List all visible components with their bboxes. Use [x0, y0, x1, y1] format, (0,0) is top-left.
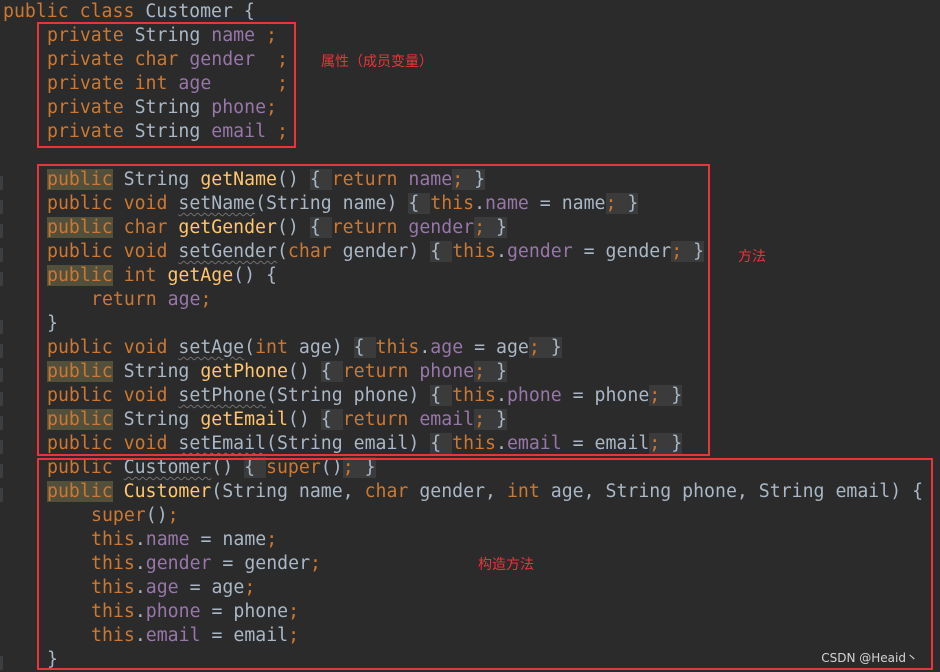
code-token: public class: [3, 1, 146, 22]
methods-highlight-box: [37, 164, 710, 456]
gutter-fold-marker[interactable]: [0, 320, 3, 334]
gutter-fold-marker[interactable]: [0, 416, 3, 430]
gutter-fold-marker[interactable]: [0, 200, 3, 214]
code-token: Customer {: [145, 1, 255, 22]
watermark: CSDN @Heaid丶: [821, 651, 918, 665]
gutter-fold-marker[interactable]: [0, 464, 3, 478]
methods-annotation: 方法: [738, 249, 766, 265]
gutter-fold-marker[interactable]: [0, 440, 3, 454]
code-editor[interactable]: public class Customer { private String n…: [0, 0, 940, 672]
gutter-fold-marker[interactable]: [0, 176, 3, 190]
fields-highlight-box: [37, 22, 296, 148]
code-line[interactable]: public class Customer {: [3, 0, 255, 24]
gutter-fold-marker[interactable]: [0, 656, 3, 670]
constructors-annotation: 构造方法: [478, 557, 534, 573]
gutter-fold-marker[interactable]: [0, 488, 3, 502]
gutter-fold-marker[interactable]: [0, 344, 3, 358]
gutter-fold-marker[interactable]: [0, 248, 3, 262]
gutter-fold-marker[interactable]: [0, 272, 3, 286]
gutter-fold-marker[interactable]: [0, 368, 3, 382]
gutter-fold-marker[interactable]: [0, 224, 3, 238]
gutter-fold-marker[interactable]: [0, 392, 3, 406]
fields-annotation: 属性（成员变量）: [321, 54, 433, 70]
